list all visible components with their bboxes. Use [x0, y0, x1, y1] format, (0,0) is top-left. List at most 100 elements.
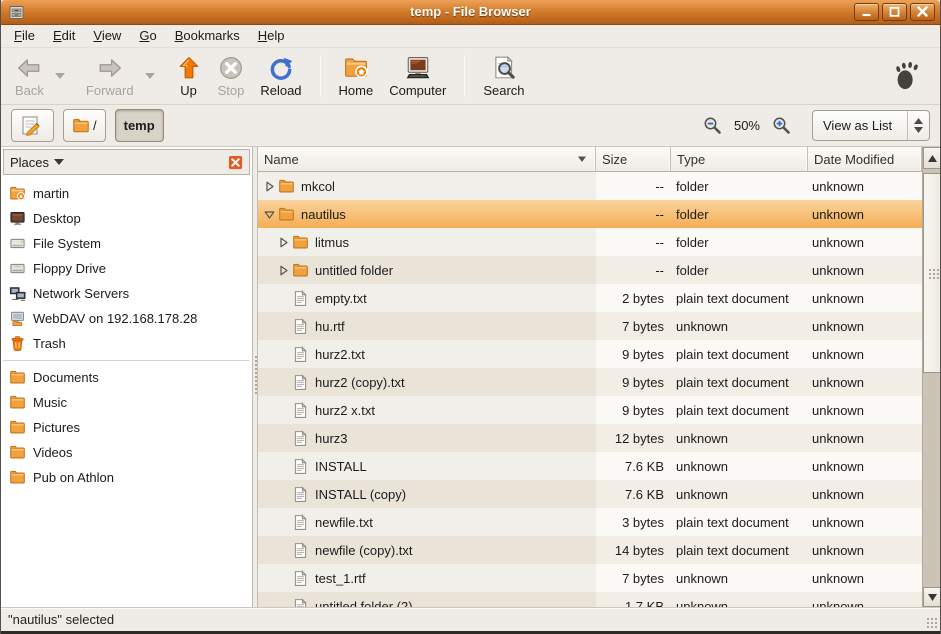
- statusbar: "nautilus" selected: [1, 607, 940, 631]
- toolbar-button-home[interactable]: Home: [331, 51, 382, 101]
- cell-size: 12 bytes: [596, 424, 671, 452]
- folder-icon: [278, 178, 295, 195]
- menu-go[interactable]: Go: [130, 25, 165, 47]
- table-row[interactable]: INSTALL (copy)7.6 KBunknownunknown: [258, 480, 922, 508]
- file-name: test_1.rtf: [315, 571, 366, 586]
- sidebar-item-desktop[interactable]: Desktop: [1, 206, 252, 231]
- table-row[interactable]: empty.txt2 bytesplain text documentunkno…: [258, 284, 922, 312]
- table-row[interactable]: test_1.rtf7 bytesunknownunknown: [258, 564, 922, 592]
- toolbar-button-reload[interactable]: Reload: [252, 51, 309, 101]
- computer-icon: [405, 55, 431, 81]
- toolbar-button-computer[interactable]: Computer: [381, 51, 454, 101]
- table-row[interactable]: newfile (copy).txt14 bytesplain text doc…: [258, 536, 922, 564]
- sidebar-item-label: Network Servers: [33, 286, 129, 301]
- location-bar: / temp 50% View as List: [1, 105, 940, 147]
- sidebar-item-floppy-drive[interactable]: Floppy Drive: [1, 256, 252, 281]
- sidebar-item-trash[interactable]: Trash: [1, 331, 252, 356]
- menu-bookmarks[interactable]: Bookmarks: [166, 25, 249, 47]
- table-row[interactable]: hurz2.txt9 bytesplain text documentunkno…: [258, 340, 922, 368]
- table-row[interactable]: untitled folder (2)1.7 KBunknownunknown: [258, 592, 922, 607]
- menu-view[interactable]: View: [84, 25, 130, 47]
- table-row[interactable]: litmus--folderunknown: [258, 228, 922, 256]
- table-row[interactable]: hu.rtf7 bytesunknownunknown: [258, 312, 922, 340]
- menu-file[interactable]: File: [5, 25, 44, 47]
- sidebar-item-network-servers[interactable]: Network Servers: [1, 281, 252, 306]
- table-row[interactable]: newfile.txt3 bytesplain text documentunk…: [258, 508, 922, 536]
- resize-grip[interactable]: [926, 617, 937, 628]
- sidebar-mode-header[interactable]: Places: [3, 149, 250, 175]
- sidebar-close-icon[interactable]: [228, 155, 243, 170]
- expander-spacer: [277, 516, 290, 529]
- sidebar-item-file-system[interactable]: File System: [1, 231, 252, 256]
- minimize-button[interactable]: [854, 3, 879, 21]
- column-header-label: Type: [677, 152, 705, 167]
- current-path-label: temp: [124, 118, 155, 133]
- network-icon: [9, 285, 26, 302]
- vertical-scrollbar[interactable]: [922, 147, 941, 607]
- sidebar-item-music[interactable]: Music: [1, 390, 252, 415]
- expander-spacer: [277, 432, 290, 445]
- cell-date: unknown: [808, 312, 922, 340]
- menu-help[interactable]: Help: [249, 25, 294, 47]
- root-path-button[interactable]: /: [63, 109, 106, 142]
- table-row[interactable]: INSTALL7.6 KBunknownunknown: [258, 452, 922, 480]
- combo-spin-arrows: [907, 111, 929, 140]
- scrollbar-thumb[interactable]: [923, 173, 941, 373]
- expander-collapsed-icon[interactable]: [277, 264, 290, 277]
- table-row[interactable]: untitled folder--folderunknown: [258, 256, 922, 284]
- table-row[interactable]: hurz2 x.txt9 bytesplain text documentunk…: [258, 396, 922, 424]
- table-row[interactable]: hurz312 bytesunknownunknown: [258, 424, 922, 452]
- view-mode-select[interactable]: View as List: [812, 110, 930, 141]
- sidebar-item-label: Pub on Athlon: [33, 470, 114, 485]
- column-header-date-modified[interactable]: Date Modified: [808, 147, 922, 171]
- home-icon: [343, 55, 369, 81]
- scroll-down-button[interactable]: [923, 587, 941, 607]
- cell-name: hu.rtf: [258, 312, 596, 340]
- expander-spacer: [277, 292, 290, 305]
- sidebar-item-label: WebDAV on 192.168.178.28: [33, 311, 197, 326]
- scroll-up-button[interactable]: [923, 147, 941, 169]
- column-header-name[interactable]: Name: [258, 147, 596, 171]
- maximize-button[interactable]: [882, 3, 907, 21]
- gnome-logo-icon: [892, 61, 922, 91]
- text-file-icon: [292, 570, 309, 587]
- toggle-location-entry-button[interactable]: [11, 109, 54, 142]
- root-path-label: /: [93, 118, 97, 133]
- cell-name: untitled folder (2): [258, 592, 596, 607]
- titlebar[interactable]: temp - File Browser: [1, 0, 940, 25]
- zoom-out-icon[interactable]: [703, 116, 722, 135]
- current-path-button[interactable]: temp: [115, 109, 164, 142]
- toolbar-button-up[interactable]: Up: [168, 51, 210, 101]
- toolbar-button-search[interactable]: Search: [475, 51, 532, 101]
- text-file-icon: [292, 430, 309, 447]
- toolbar-button-forward: Forward: [78, 51, 142, 101]
- file-name: INSTALL: [315, 459, 367, 474]
- sidebar-item-pictures[interactable]: Pictures: [1, 415, 252, 440]
- menu-edit[interactable]: Edit: [44, 25, 84, 47]
- cell-type: plain text document: [671, 396, 808, 424]
- expander-collapsed-icon[interactable]: [277, 236, 290, 249]
- toolbar-button-label: Home: [339, 83, 374, 98]
- expander-collapsed-icon[interactable]: [263, 180, 276, 193]
- table-row[interactable]: mkcol--folderunknown: [258, 172, 922, 200]
- expander-spacer: [277, 460, 290, 473]
- sidebar-item-martin[interactable]: martin: [1, 181, 252, 206]
- expander-expanded-icon[interactable]: [263, 208, 276, 221]
- close-button[interactable]: [910, 3, 935, 21]
- column-header-size[interactable]: Size: [596, 147, 671, 171]
- sidebar-item-videos[interactable]: Videos: [1, 440, 252, 465]
- disk-drive-icon: [9, 235, 26, 252]
- table-row[interactable]: hurz2 (copy).txt9 bytesplain text docume…: [258, 368, 922, 396]
- cell-date: unknown: [808, 368, 922, 396]
- sidebar-item-webdav-on-192-168-178-28[interactable]: WebDAV on 192.168.178.28: [1, 306, 252, 331]
- zoom-in-icon[interactable]: [772, 116, 791, 135]
- sidebar-item-documents[interactable]: Documents: [1, 365, 252, 390]
- cell-type: unknown: [671, 480, 808, 508]
- cell-date: unknown: [808, 340, 922, 368]
- cell-date: unknown: [808, 396, 922, 424]
- cell-date: unknown: [808, 480, 922, 508]
- cell-date: unknown: [808, 424, 922, 452]
- column-header-type[interactable]: Type: [671, 147, 808, 171]
- sidebar-item-pub-on-athlon[interactable]: Pub on Athlon: [1, 465, 252, 490]
- table-row[interactable]: nautilus--folderunknown: [258, 200, 922, 228]
